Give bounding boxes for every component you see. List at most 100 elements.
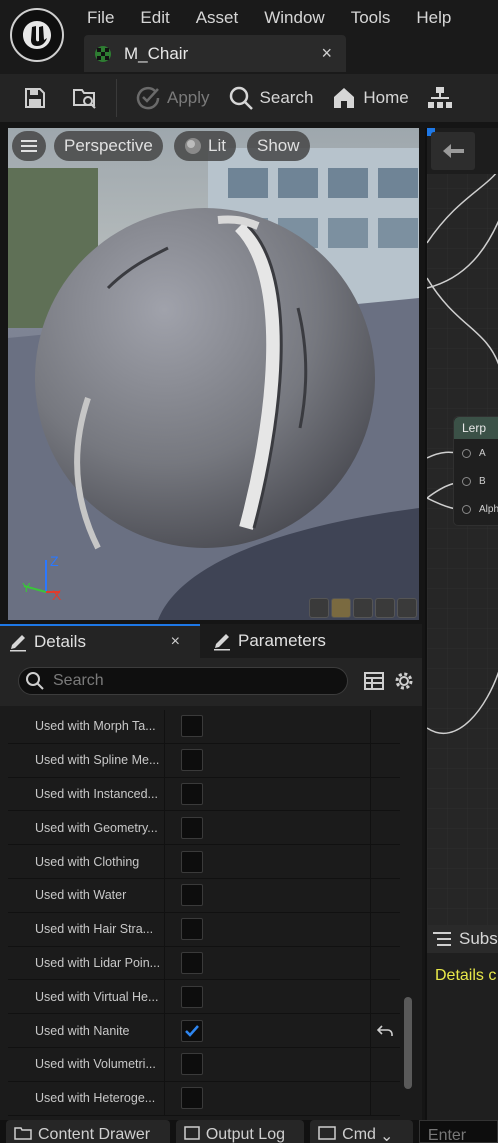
property-checkbox[interactable] (181, 850, 203, 873)
sphere-preview-icon[interactable] (331, 598, 351, 618)
property-checkbox[interactable] (181, 918, 203, 941)
apply-button[interactable]: Apply (129, 79, 216, 117)
home-icon (334, 88, 355, 108)
column-divider (370, 912, 371, 946)
property-row: Used with Virtual He... (8, 980, 400, 1015)
details-search-row (0, 658, 422, 706)
property-checkbox[interactable] (181, 1087, 203, 1110)
custom-mesh-preview-icon[interactable] (397, 598, 417, 618)
node-pin-b[interactable]: B (454, 467, 498, 495)
browse-icon (73, 89, 96, 109)
lerp-node[interactable]: Lerp A B Alph (453, 416, 498, 526)
property-value (165, 845, 370, 878)
pencil-icon (214, 634, 230, 651)
search-button[interactable]: Search (222, 79, 320, 117)
property-value (165, 913, 370, 946)
apply-check-icon (136, 86, 160, 110)
column-divider (370, 845, 371, 878)
lit-button[interactable]: Lit (174, 131, 236, 161)
column-divider (370, 777, 371, 811)
pin-icon (462, 448, 471, 458)
plane-preview-icon[interactable] (353, 598, 373, 618)
details-search-input[interactable] (53, 672, 323, 690)
node-pin-alpha[interactable]: Alph (454, 495, 498, 523)
property-checkbox[interactable] (181, 884, 203, 907)
tab-substrate[interactable]: Subs (427, 925, 498, 953)
details-search-box[interactable] (18, 667, 348, 695)
close-icon[interactable]: × (321, 43, 332, 64)
content-drawer-button[interactable]: Content Drawer (6, 1120, 170, 1143)
output-log-button[interactable]: Output Log (175, 1120, 305, 1143)
property-label: Used with Volumetri... (35, 1057, 156, 1072)
property-label: Used with Clothing (35, 854, 140, 869)
hierarchy-button[interactable] (421, 79, 459, 117)
material-preview-viewport[interactable]: Perspective Lit Show Z X Y (8, 128, 419, 620)
property-value (165, 778, 370, 811)
property-checkbox[interactable] (181, 782, 203, 805)
menu-help[interactable]: Help (403, 4, 464, 32)
material-graph[interactable]: Lerp A B Alph (425, 128, 498, 925)
graph-back-button[interactable] (431, 132, 475, 170)
gear-icon[interactable] (393, 670, 415, 692)
cube-preview-icon[interactable] (375, 598, 395, 618)
node-pin-a[interactable]: A (454, 439, 498, 467)
subs-message: Details c (435, 967, 497, 984)
property-checkbox[interactable] (181, 816, 203, 839)
browse-button[interactable] (66, 79, 104, 117)
search-icon (229, 86, 253, 110)
asset-tab-label: M_Chair (124, 43, 189, 63)
menu-window[interactable]: Window (251, 4, 337, 32)
menu-tools[interactable]: Tools (338, 4, 404, 32)
property-row: Used with Morph Ta... (8, 710, 400, 744)
perspective-button[interactable]: Perspective (54, 131, 163, 161)
column-divider (370, 946, 371, 980)
details-panel: Details × Parameters Used with Morph Ta.… (0, 624, 422, 1120)
details-scrollbar[interactable] (404, 997, 412, 1089)
console-input[interactable]: Enter (418, 1120, 498, 1143)
property-checkbox[interactable] (181, 1019, 203, 1042)
table-view-icon[interactable] (364, 671, 384, 691)
tab-parameters[interactable]: Parameters (204, 624, 334, 658)
save-button[interactable] (16, 79, 54, 117)
search-icon (26, 672, 44, 690)
property-label: Used with Water (35, 888, 127, 903)
menu-file[interactable]: File (74, 4, 127, 32)
home-button[interactable]: Home (325, 79, 414, 117)
asset-tab-m-chair[interactable]: M_Chair × (84, 35, 346, 72)
output-log-icon (184, 1126, 200, 1140)
property-checkbox[interactable] (181, 715, 203, 738)
property-value (165, 744, 370, 777)
axis-y-label: Y (22, 580, 31, 595)
property-row: Used with Volumetri... (8, 1047, 400, 1082)
cmd-label: Cmd (342, 1126, 376, 1143)
column-divider (370, 1047, 371, 1081)
unreal-logo-icon[interactable] (10, 8, 64, 62)
property-checkbox[interactable] (181, 951, 203, 974)
cmd-button[interactable]: Cmd ⌄ (310, 1120, 413, 1143)
axis-z-label: Z (50, 553, 59, 569)
show-button[interactable]: Show (247, 131, 310, 161)
property-row: Used with Instanced... (8, 777, 400, 812)
property-value (165, 1082, 370, 1115)
cylinder-preview-icon[interactable] (309, 598, 329, 618)
property-row: Used with Geometry... (8, 811, 400, 846)
menu-asset[interactable]: Asset (183, 4, 252, 32)
menu-edit[interactable]: Edit (127, 4, 182, 32)
property-checkbox[interactable] (181, 985, 203, 1008)
output-log-label: Output Log (205, 1126, 285, 1143)
close-icon[interactable]: × (171, 633, 180, 651)
graph-wires (427, 128, 498, 925)
home-label: Home (363, 88, 409, 107)
folder-icon (14, 1127, 32, 1140)
viewport-menu-button[interactable] (12, 131, 46, 161)
property-row: Used with Heteroge... (8, 1081, 400, 1116)
property-checkbox[interactable] (181, 1053, 203, 1076)
property-checkbox[interactable] (181, 749, 203, 772)
hamburger-icon (21, 140, 37, 152)
property-list: Used with Morph Ta... Used with Spline Me… (8, 710, 400, 1116)
tab-details[interactable]: Details × (0, 624, 200, 658)
property-label: Used with Heteroge... (35, 1091, 156, 1106)
reset-to-default-icon[interactable] (371, 1024, 399, 1038)
axis-x-label: X (52, 587, 62, 600)
status-bar: Content Drawer Output Log Cmd ⌄ Enter (0, 1120, 498, 1143)
